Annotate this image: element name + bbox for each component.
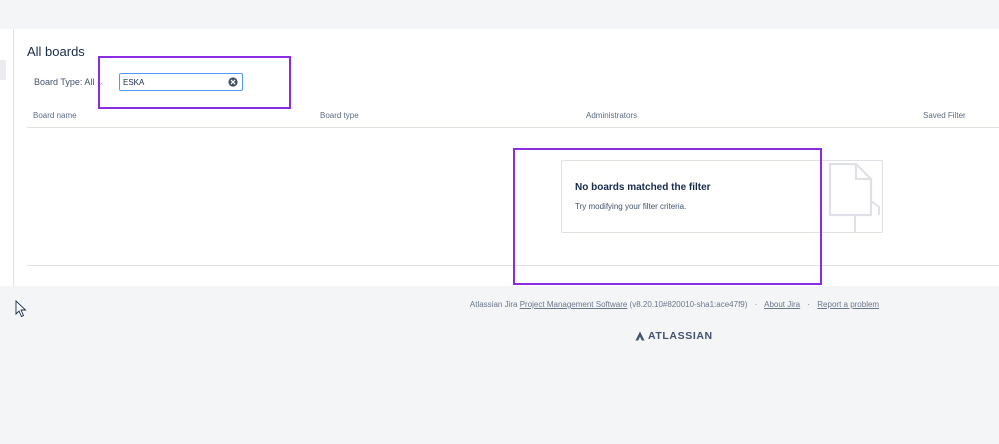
empty-state-title: No boards matched the filter [575,182,711,193]
document-icon [828,163,880,233]
footer-product-link[interactable]: Project Management Software [520,300,628,309]
column-header-saved-filter[interactable]: Saved Filter [923,111,966,120]
empty-state-subtitle: Try modifying your filter criteria. [575,202,687,211]
chevron-down-icon: ⌵ [97,80,103,87]
board-search-field[interactable] [119,73,243,91]
top-bar [0,0,999,29]
column-header-board-name[interactable]: Board name [33,111,77,120]
mouse-pointer-icon [15,300,27,318]
footer-version: (v8.20.10#820010-sha1:ace47f9) [629,300,748,309]
atlassian-logo-icon [635,331,645,341]
footer-separator: · [754,300,758,309]
board-type-label: Board Type: All [34,77,95,87]
board-search-input[interactable] [123,75,223,89]
atlassian-logo-text: ATLASSIAN [648,330,713,342]
column-header-board-type[interactable]: Board type [320,111,359,120]
empty-state-card: No boards matched the filter Try modifyi… [561,160,883,233]
sidebar-collapse-tab[interactable] [0,60,6,80]
board-type-filter[interactable]: Board Type: All ⌵ [34,77,103,88]
footer-prefix: Atlassian Jira [469,300,518,309]
left-sidebar-rail [0,29,14,286]
footer-separator: · [807,300,811,309]
page-title: All boards [27,44,85,59]
table-bottom-divider [27,265,999,266]
main-content: All boards Board Type: All⌵ Board name B… [0,29,999,286]
column-header-administrators[interactable]: Administrators [586,111,637,120]
footer-links: Atlassian Jira Project Management Softwa… [0,300,999,309]
clear-circle-icon[interactable] [228,77,238,87]
footer-about-link[interactable]: About Jira [764,300,800,309]
footer-report-link[interactable]: Report a problem [817,300,879,309]
atlassian-logo[interactable]: ATLASSIAN [635,330,713,342]
table-header-divider [27,127,999,128]
